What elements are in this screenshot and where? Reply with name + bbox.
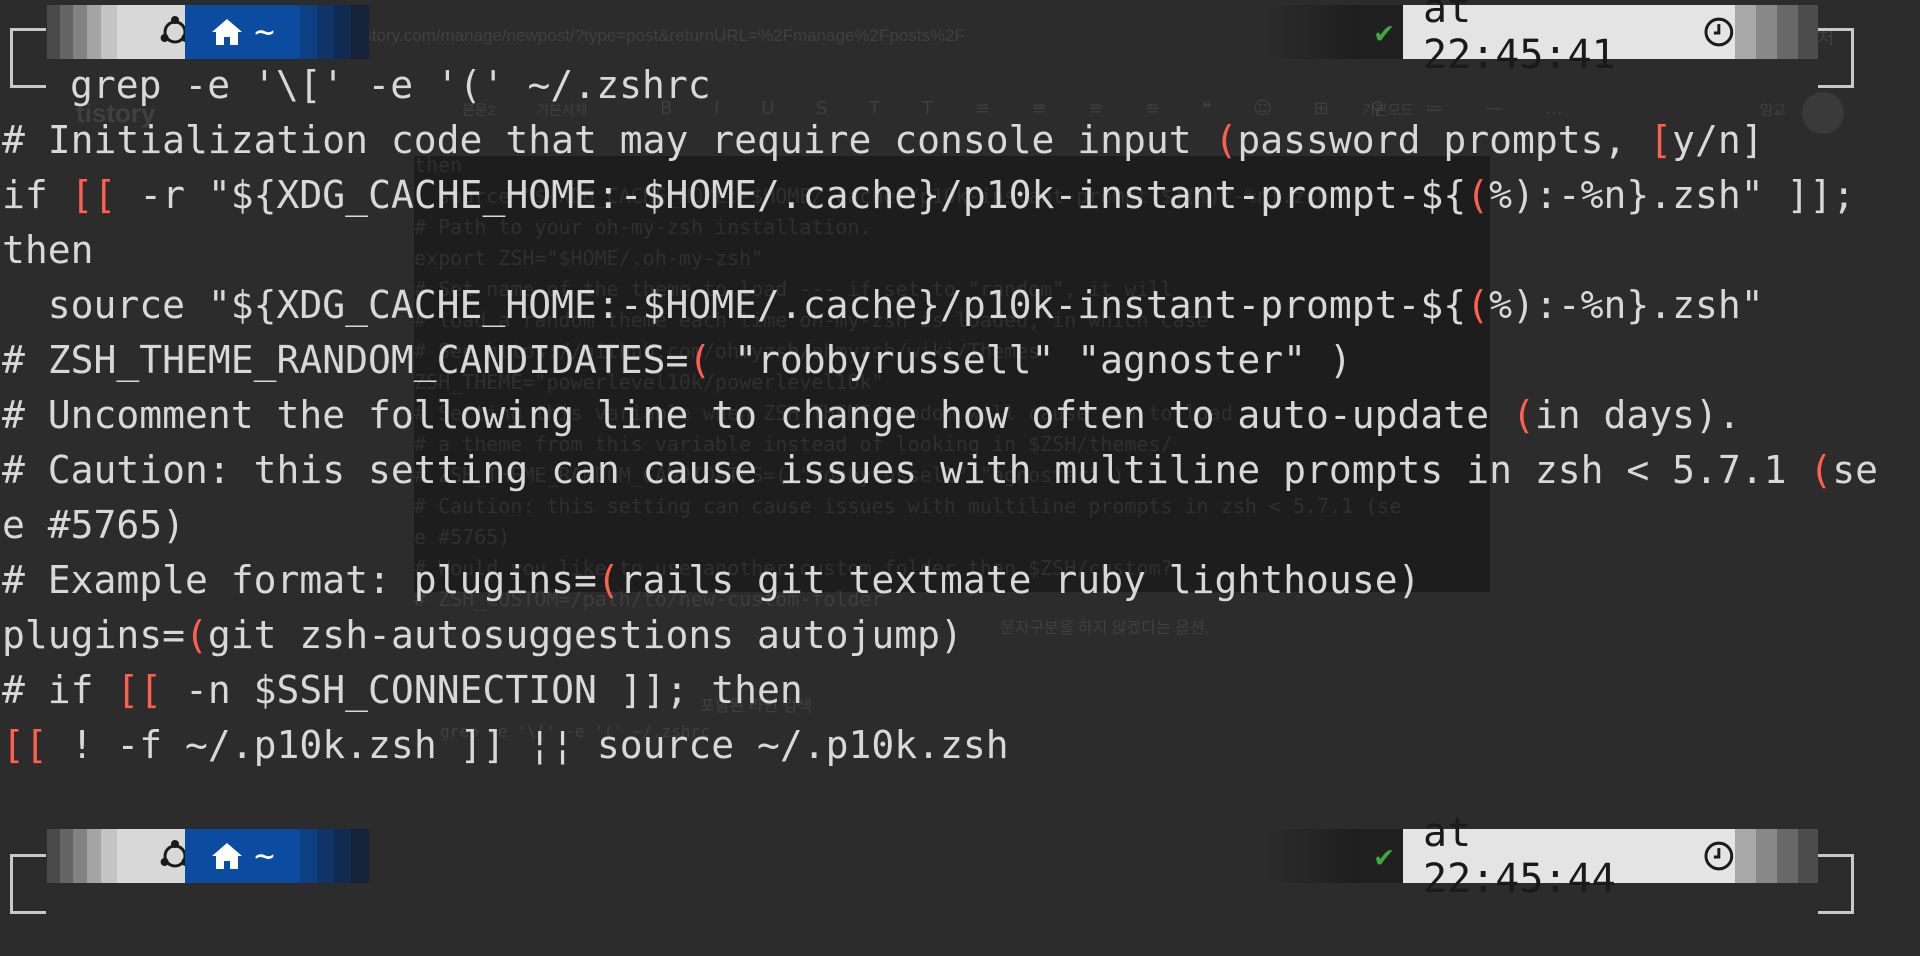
output-text: # Uncomment the following line to change… [2,393,1512,437]
prompt-dir-segment: ~ [185,5,300,59]
output-line: if [[ -r "${XDG_CACHE_HOME:-$HOME/.cache… [2,170,1855,220]
output-line: plugins=(git zsh-autosuggestions autojum… [2,610,963,660]
output-text: if [2,173,71,217]
output-highlight: ( [1466,283,1490,327]
output-highlight: ( [1511,393,1535,437]
output-text: then [2,228,94,272]
prompt-dir-segment: ~ [185,829,300,883]
home-icon [212,843,243,869]
home-icon [212,19,243,45]
prompt-bottom-bracket-left [10,854,46,914]
ghost-avatar [1802,92,1844,134]
output-text: -r "${XDG_CACHE_HOME:-$HOME/.cache}/p10k… [116,173,1467,217]
output-line: e #5765) [2,500,185,550]
prompt-time-label: at 22:45:44 [1423,810,1616,902]
output-line: # Example format: plugins=(rails git tex… [2,555,1420,605]
prompt-dir-label: ~ [254,12,275,52]
prompt-bottom-left-segments: ~ [47,829,369,883]
output-highlight: [[ [70,173,117,217]
output-line: source "${XDG_CACHE_HOME:-$HOME/.cache}/… [2,280,1764,330]
status-ok-icon: ✔ [1360,829,1408,883]
prompt-bottom-bracket-right [1818,854,1854,914]
output-text: e #5765) [2,503,186,547]
output-line: # if [[ -n $SSH_CONNECTION ]]; then [2,665,803,715]
prompt-top-left-segments: ~ [47,5,369,59]
output-text: password prompts, [1237,118,1650,162]
output-highlight: ( [1214,118,1238,162]
prompt-top-right-segments: ✔ at 22:45:41 [1265,0,1818,78]
output-text: %):-%n}.zsh" ]]; [1489,173,1856,217]
output-text: # Example format: plugins= [2,558,597,602]
status-ok-icon: ✔ [1360,5,1408,59]
output-highlight: ( [688,338,712,382]
output-text: %):-%n}.zsh" [1489,283,1764,327]
ghost-note: 문자구분을 하지 않겠다는 옵션. [1000,620,1210,637]
output-text: rails git textmate ruby lighthouse) [619,558,1421,602]
output-highlight: ( [596,558,620,602]
command-line: grep -e '\[' -e '(' ~/.zshrc [70,63,711,107]
output-text: # Caution: this setting can cause issues… [2,448,1810,492]
output-highlight: [ [1649,118,1673,162]
clock-icon [1704,17,1734,47]
output-text: -n $SSH_CONNECTION ]]; then [162,668,803,712]
output-text: source "${XDG_CACHE_HOME:-$HOME/.cache}/… [2,283,1467,327]
output-text: # ZSH_THEME_RANDOM_CANDIDATES= [2,338,689,382]
ghost-code-line: e #5765) [414,525,511,549]
prompt-top-bracket-right [1818,28,1854,88]
output-highlight: ( [1466,173,1490,217]
output-highlight: [[ [116,668,163,712]
prompt-top-bracket-left [10,28,46,88]
output-text: # if [2,668,117,712]
output-line: [[ ! -f ~/.p10k.zsh ]] ¦¦ source ~/.p10k… [2,720,1009,770]
output-highlight: ( [1809,448,1833,492]
ghost-code-line: export ZSH="$HOME/.oh-my-zsh" [414,246,764,270]
clock-icon [1704,841,1734,871]
output-line: # Uncomment the following line to change… [2,390,1741,440]
output-highlight: ( [185,613,208,657]
ghost-url-bar: coding.tistory.com/manage/newpost/?type=… [300,26,965,45]
terminal-window[interactable]: coding.tistory.com/manage/newpost/?type=… [0,0,1920,956]
output-line: # Caution: this setting can cause issues… [2,445,1878,495]
output-text: plugins= [2,613,186,657]
prompt-time-label: at 22:45:41 [1423,0,1616,78]
output-text: # Initialization code that may require c… [2,118,1215,162]
prompt-time-segment: at 22:45:41 [1403,0,1735,78]
output-line: then [2,225,94,275]
ghost-code-line: # Caution: this setting can cause issues… [414,494,1402,518]
prompt-dir-label: ~ [254,836,275,876]
output-text: "robbyrussell" "agnoster" ) [711,338,1352,382]
output-text: y/n] [1672,118,1764,162]
output-line: # Initialization code that may require c… [2,115,1764,165]
ghost-side-label: 임교 [1760,102,1786,118]
output-line: # ZSH_THEME_RANDOM_CANDIDATES=( "robbyru… [2,335,1352,385]
prompt-time-segment: at 22:45:44 [1403,810,1735,902]
output-text: ! -f ~/.p10k.zsh ]] ¦¦ source ~/.p10k.zs… [47,723,1009,767]
output-highlight: [[ [2,723,48,767]
output-text: git zsh-autosuggestions autojump) [207,613,963,657]
output-text: se [1832,448,1879,492]
prompt-bottom-right-segments: ✔ at 22:45:44 [1265,810,1818,902]
output-text: in days). [1534,393,1741,437]
